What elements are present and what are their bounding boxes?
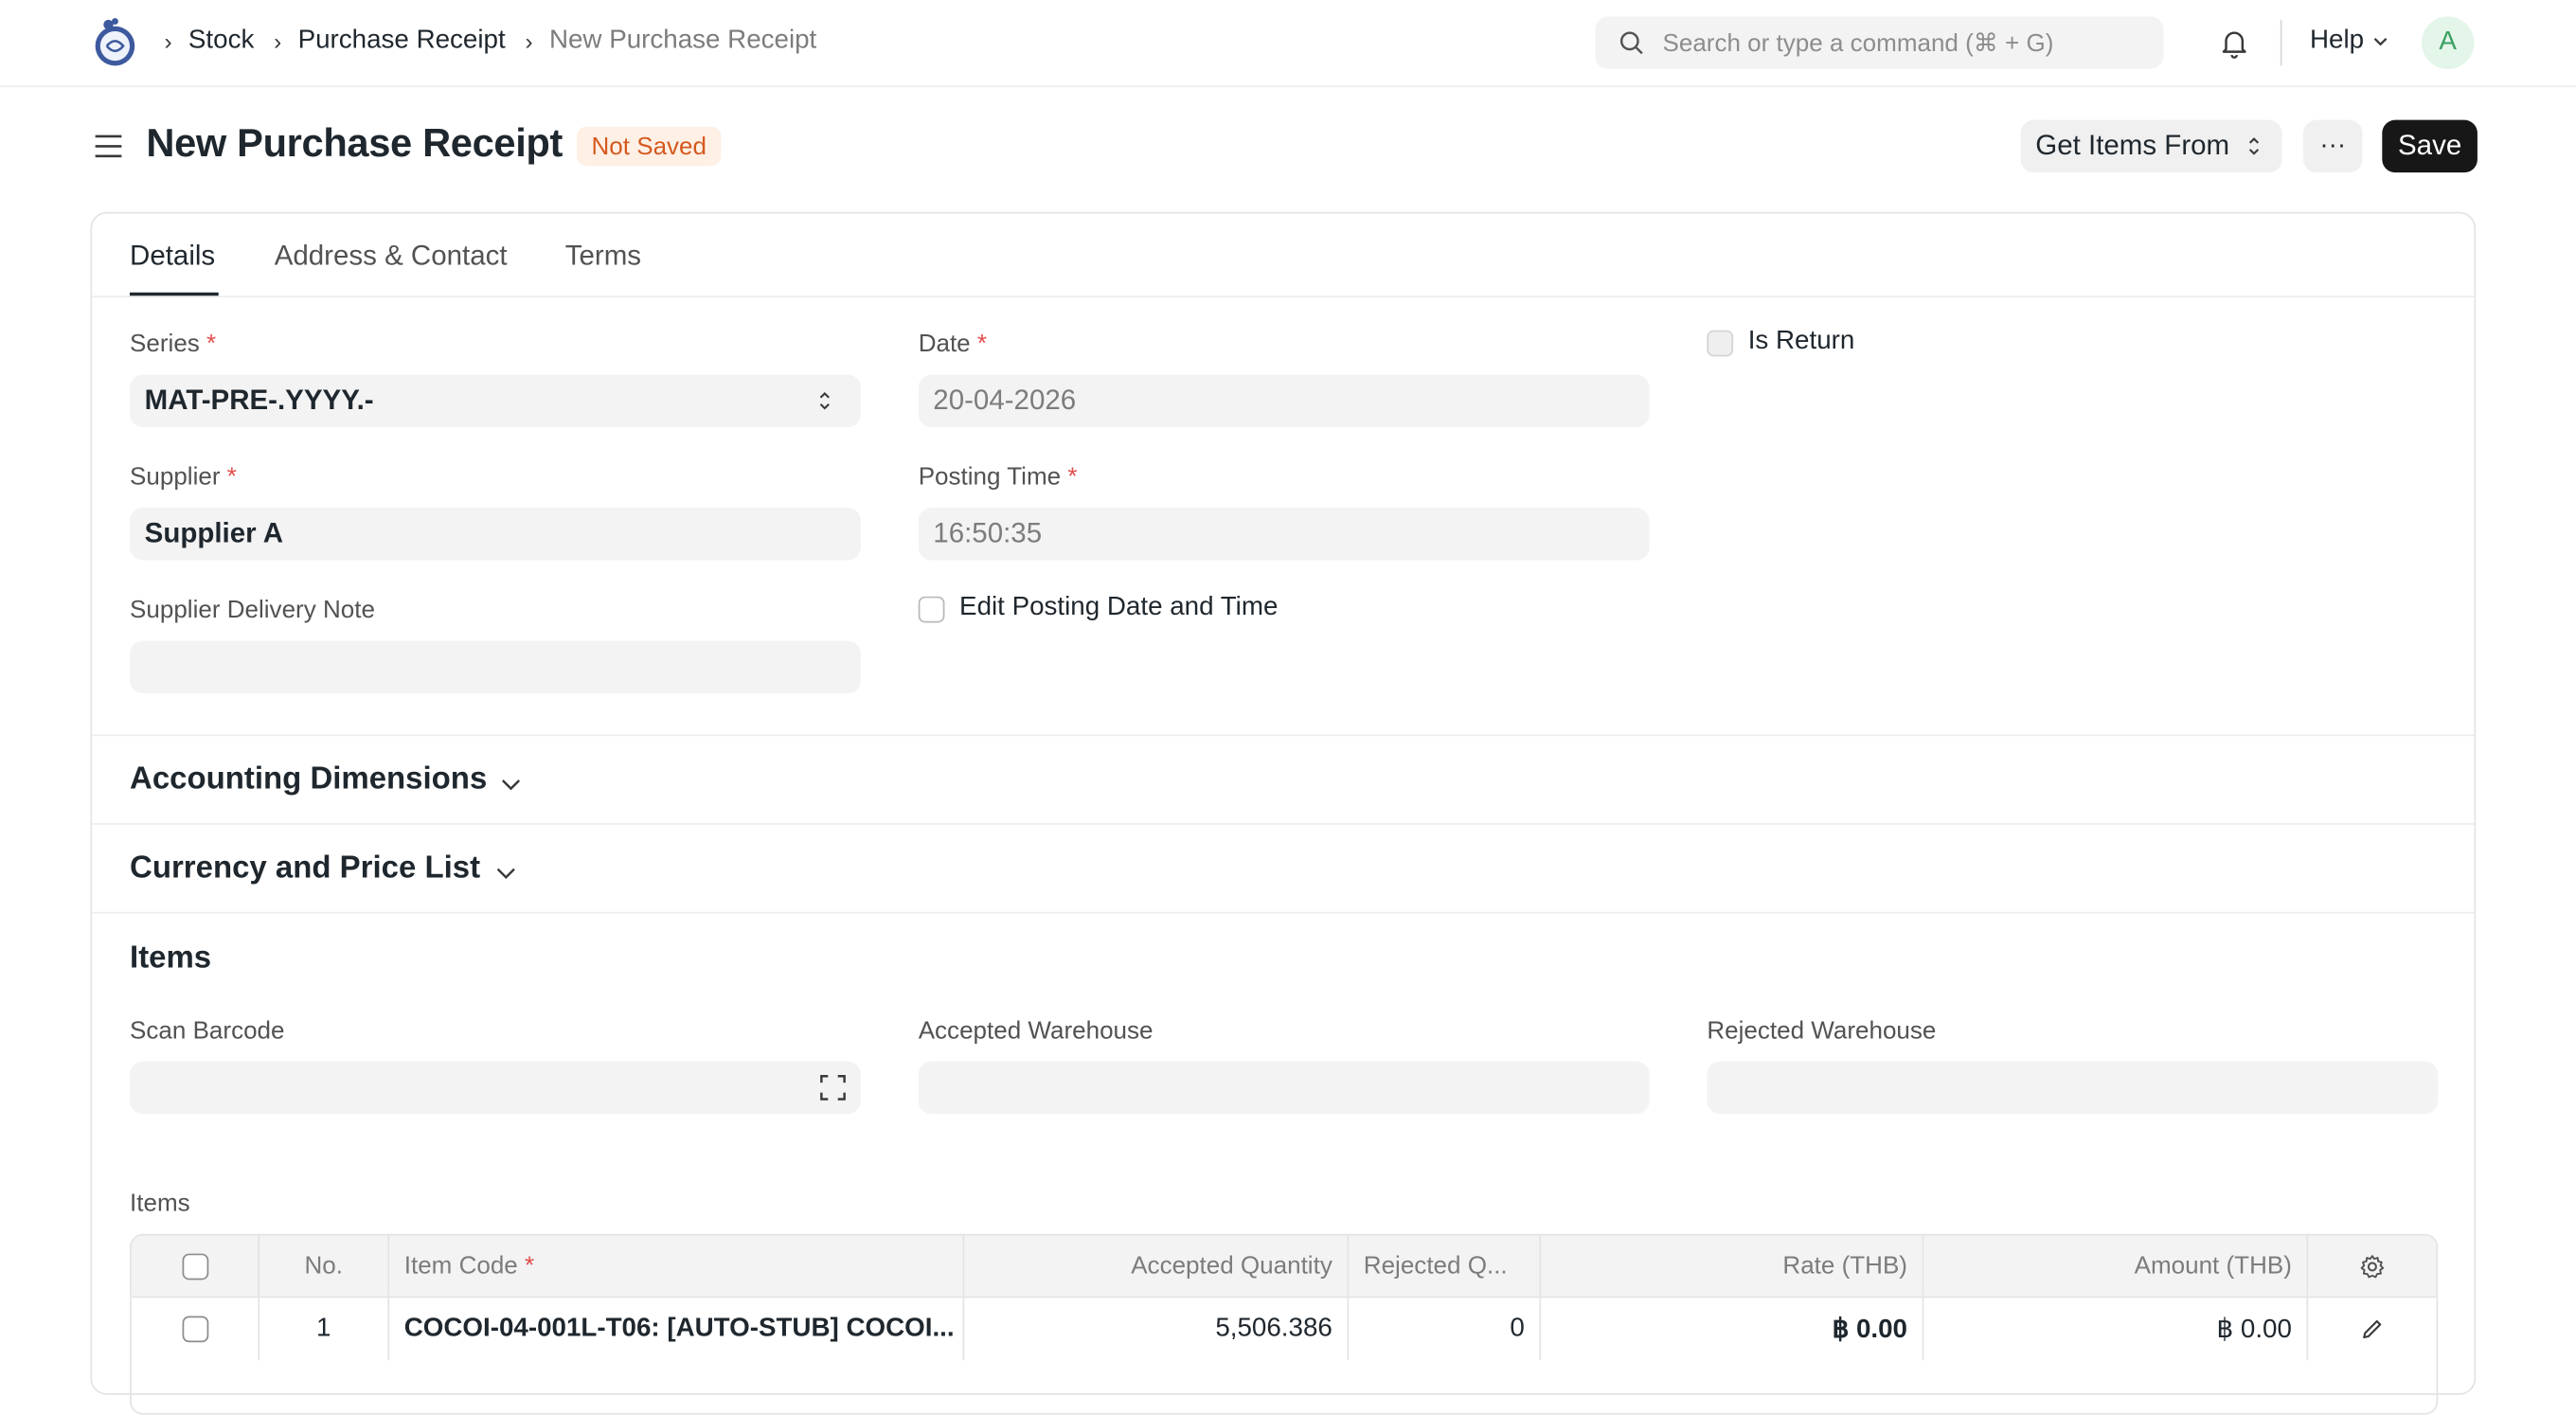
get-items-from-button[interactable]: Get Items From xyxy=(2020,119,2282,173)
rejected-warehouse-field[interactable] xyxy=(1707,1061,2439,1115)
select-all-checkbox[interactable] xyxy=(181,1252,208,1280)
supplier-label: Supplier * xyxy=(130,463,237,492)
scan-barcode-field[interactable] xyxy=(130,1061,861,1115)
table-header-row: No. Item Code * Accepted Quantity Reject… xyxy=(131,1235,2437,1299)
posting-time-label: Posting Time * xyxy=(918,463,1078,492)
divider xyxy=(2280,19,2282,66)
row-amount: ฿ 0.00 xyxy=(1923,1298,2309,1361)
accepted-warehouse-field[interactable] xyxy=(918,1061,1650,1115)
search-bar[interactable] xyxy=(1595,16,2164,69)
column-header-no: No. xyxy=(259,1235,390,1297)
chevron-down-icon[interactable] xyxy=(499,772,522,795)
column-header-item-code: Item Code * xyxy=(389,1235,965,1297)
items-section-header: Items xyxy=(130,940,212,976)
accepted-warehouse-label: Accepted Warehouse xyxy=(918,1016,1154,1046)
sort-arrows-icon xyxy=(2249,137,2260,155)
supplier-value: Supplier A xyxy=(144,517,284,549)
accounting-dimensions-header[interactable]: Accounting Dimensions xyxy=(130,762,487,798)
row-accepted-qty[interactable]: 5,506.386 xyxy=(964,1298,1350,1361)
search-input[interactable] xyxy=(1662,28,2156,57)
chevron-right-icon: › xyxy=(525,27,533,55)
sort-arrows-icon xyxy=(819,391,830,410)
series-select[interactable]: MAT-PRE-.YYYY.- xyxy=(130,374,861,428)
breadcrumb-purchase-receipt[interactable]: Purchase Receipt xyxy=(298,27,506,56)
table-row[interactable]: 1 COCOI-04-001L-T06: [AUTO-STUB] COCOI..… xyxy=(131,1298,2437,1361)
navbar: › Stock › Purchase Receipt › New Purchas… xyxy=(0,0,2576,87)
edit-posting-checkbox[interactable] xyxy=(918,596,945,623)
posting-time-field: 16:50:35 xyxy=(918,508,1650,561)
column-header-accepted-qty: Accepted Quantity xyxy=(964,1235,1350,1297)
select-all-cell xyxy=(132,1235,260,1297)
rejected-warehouse-label: Rejected Warehouse xyxy=(1707,1016,1937,1046)
menu-icon[interactable] xyxy=(94,132,123,161)
scan-icon[interactable] xyxy=(820,1074,847,1101)
chevron-down-icon[interactable] xyxy=(494,861,517,884)
date-label: Date * xyxy=(918,330,988,359)
row-edit-cell xyxy=(2308,1298,2436,1360)
active-tab-indicator xyxy=(130,292,219,296)
section-divider xyxy=(92,734,2475,737)
row-rejected-qty[interactable]: 0 xyxy=(1349,1298,1542,1361)
row-select-cell xyxy=(132,1298,260,1361)
section-divider xyxy=(92,911,2475,914)
bell-icon[interactable] xyxy=(2218,27,2251,60)
column-header-rate: Rate (THB) xyxy=(1541,1235,1924,1297)
gear-icon[interactable] xyxy=(2359,1253,2386,1280)
tab-details[interactable]: Details xyxy=(130,240,215,273)
series-value: MAT-PRE-.YYYY.- xyxy=(144,384,374,416)
supplier-delivery-note-field[interactable] xyxy=(130,640,861,694)
chevron-right-icon: › xyxy=(274,27,282,55)
search-icon xyxy=(1619,31,1643,55)
column-settings-cell xyxy=(2308,1235,2436,1296)
breadcrumb-stock[interactable]: Stock xyxy=(188,27,254,56)
help-label: Help xyxy=(2309,26,2365,55)
column-header-rejected-qty: Rejected Q... xyxy=(1349,1235,1542,1297)
column-header-amount: Amount (THB) xyxy=(1923,1235,2309,1297)
get-items-label: Get Items From xyxy=(2035,130,2230,162)
currency-price-list-header[interactable]: Currency and Price List xyxy=(130,851,480,887)
is-return-checkbox xyxy=(1707,330,1734,357)
avatar[interactable]: A xyxy=(2421,16,2475,69)
tab-terms[interactable]: Terms xyxy=(565,240,641,273)
page-title: New Purchase Receipt xyxy=(146,121,564,167)
supplier-field[interactable]: Supplier A xyxy=(130,508,861,561)
tab-address-contact[interactable]: Address & Contact xyxy=(275,240,508,273)
chevron-right-icon: › xyxy=(164,27,172,55)
posting-time-value: 16:50:35 xyxy=(933,517,1043,549)
form-card: Details Address & Contact Terms Series *… xyxy=(90,211,2477,1415)
section-divider xyxy=(92,823,2475,825)
breadcrumb-current: New Purchase Receipt xyxy=(548,26,817,55)
items-table: No. Item Code * Accepted Quantity Reject… xyxy=(130,1233,2439,1415)
row-no: 1 xyxy=(259,1298,390,1361)
row-checkbox[interactable] xyxy=(181,1316,208,1343)
date-field: 20-04-2026 xyxy=(918,374,1650,428)
form-tabs: Details Address & Contact Terms xyxy=(92,214,2475,297)
supplier-delivery-note-label: Supplier Delivery Note xyxy=(130,596,375,625)
breadcrumb: › Stock › Purchase Receipt › New Purchas… xyxy=(161,27,833,56)
row-rate[interactable]: ฿ 0.00 xyxy=(1541,1298,1924,1361)
edit-posting-label: Edit Posting Date and Time xyxy=(959,593,1279,621)
help-dropdown[interactable]: Help xyxy=(2310,27,2388,56)
save-button[interactable]: Save xyxy=(2382,119,2478,173)
date-value: 20-04-2026 xyxy=(933,384,1077,416)
is-return-label: Is Return xyxy=(1747,327,1855,355)
series-label: Series * xyxy=(130,330,217,359)
chevron-down-icon xyxy=(2373,37,2388,46)
scan-barcode-label: Scan Barcode xyxy=(130,1016,285,1046)
items-table-label: Items xyxy=(130,1189,190,1218)
row-item-code[interactable]: COCOI-04-001L-T06: [AUTO-STUB] COCOI... xyxy=(389,1298,965,1361)
more-actions-button[interactable]: ··· xyxy=(2303,119,2363,173)
pencil-icon[interactable] xyxy=(2361,1317,2384,1340)
app-logo-icon[interactable] xyxy=(92,16,138,69)
status-badge: Not Saved xyxy=(576,126,722,167)
